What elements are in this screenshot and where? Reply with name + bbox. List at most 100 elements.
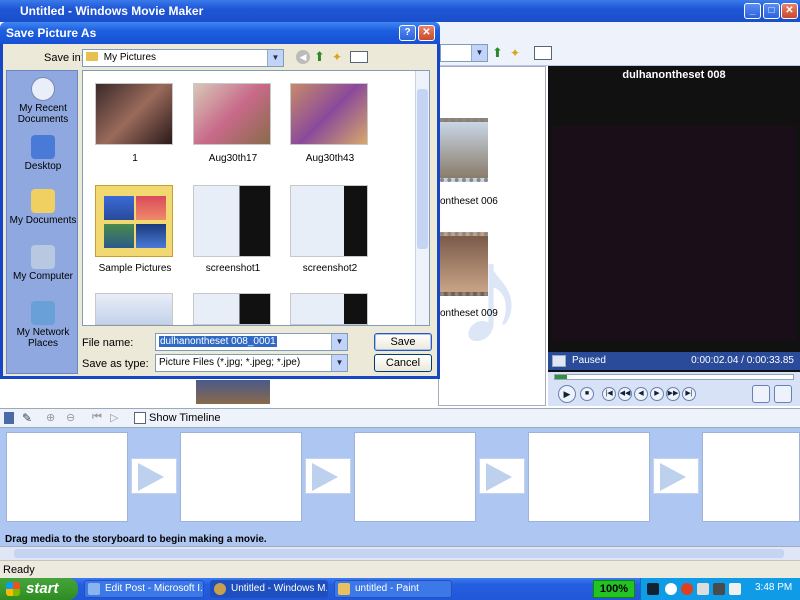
scrollbar-thumb[interactable] <box>417 89 428 249</box>
tray-icon[interactable] <box>697 583 709 595</box>
tray-icon[interactable] <box>729 583 741 595</box>
up-folder-icon[interactable]: ⬆ <box>492 46 506 60</box>
file-thumbnail[interactable] <box>290 293 368 325</box>
monitor-status-bar: Paused 0:00:02.04 / 0:00:33.85 <box>548 352 800 370</box>
folder-preview <box>104 196 134 220</box>
file-name-input[interactable]: dulhanontheset 008_0001 ▼ <box>155 333 348 351</box>
scrollbar-thumb[interactable] <box>14 549 784 558</box>
save-in-dropdown[interactable]: My Pictures ▼ <box>82 49 284 67</box>
start-label: start <box>26 580 59 597</box>
taskbar-item-paint[interactable]: untitled - Paint <box>334 580 452 598</box>
rewind-icon[interactable]: ◀◀ <box>618 387 632 401</box>
maximize-button[interactable]: □ <box>763 3 780 19</box>
play-storyboard-icon[interactable]: ▷ <box>110 411 118 424</box>
places-bar: My Recent Documents Desktop My Documents… <box>6 70 78 374</box>
file-thumbnail[interactable] <box>290 185 368 257</box>
stop-icon[interactable]: ■ <box>580 387 594 401</box>
place-desktop[interactable]: Desktop <box>7 135 79 172</box>
file-thumbnail[interactable] <box>193 185 271 257</box>
tray-icon[interactable] <box>647 583 659 595</box>
place-my-computer[interactable]: My Computer <box>7 245 79 282</box>
start-button[interactable]: start <box>0 578 78 600</box>
clip-thumbnail[interactable] <box>440 118 488 182</box>
views-icon[interactable] <box>534 46 552 60</box>
narrate-icon[interactable]: ✎ <box>22 411 32 425</box>
cancel-button[interactable]: Cancel <box>374 354 432 372</box>
split-clip-icon[interactable] <box>752 385 770 403</box>
windows-logo-icon <box>6 582 20 596</box>
step-forward-icon[interactable]: ▶ <box>650 387 664 401</box>
timeline-icon[interactable] <box>134 412 146 424</box>
step-back-icon[interactable]: ◀ <box>634 387 648 401</box>
place-label: My Documents <box>9 215 77 226</box>
file-thumbnail[interactable] <box>290 83 368 145</box>
storyboard-scrollbar[interactable] <box>0 546 800 560</box>
take-picture-icon[interactable] <box>774 385 792 403</box>
fast-forward-icon[interactable]: ▶▶ <box>666 387 680 401</box>
file-thumbnail[interactable] <box>193 83 271 145</box>
file-thumbnail[interactable] <box>95 83 173 145</box>
storyboard-hint: Drag media to the storyboard to begin ma… <box>0 534 800 546</box>
tray-icon[interactable] <box>681 583 693 595</box>
taskbar-item-movie-maker[interactable]: Untitled - Windows M... <box>210 580 328 598</box>
minimize-button[interactable]: _ <box>744 3 761 19</box>
new-folder-icon[interactable]: ✦ <box>332 50 342 64</box>
storyboard-cell[interactable] <box>354 432 476 522</box>
new-folder-icon[interactable]: ✦ <box>510 46 524 60</box>
clip-thumbnail[interactable] <box>440 232 488 296</box>
my-documents-icon <box>31 189 55 213</box>
save-as-type-dropdown[interactable]: Picture Files (*.jpg; *.jpeg; *.jpe) ▼ <box>155 354 348 372</box>
storyboard-icon[interactable] <box>4 412 14 424</box>
file-list-scrollbar[interactable] <box>415 71 429 325</box>
transition-arrow-icon <box>660 463 686 491</box>
storyboard-cell[interactable] <box>180 432 302 522</box>
rewind-storyboard-icon[interactable]: ⏮ <box>92 411 102 424</box>
close-window-button[interactable]: ✕ <box>781 3 798 19</box>
tray-icon[interactable] <box>665 583 677 595</box>
transition-cell[interactable] <box>653 458 699 494</box>
storyboard-cell[interactable] <box>702 432 800 522</box>
window-title: Untitled - Windows Movie Maker <box>20 4 204 18</box>
transition-arrow-icon <box>138 463 164 491</box>
transition-arrow-icon <box>312 463 338 491</box>
place-my-network-places[interactable]: My Network Places <box>7 301 79 349</box>
zoom-in-icon[interactable]: ⊕ <box>46 411 55 424</box>
save-in-label: Save in: <box>44 52 84 64</box>
storyboard <box>0 428 800 536</box>
storyboard-cell[interactable] <box>6 432 128 522</box>
play-icon[interactable]: ▶ <box>558 385 576 403</box>
folder-preview <box>136 224 166 248</box>
place-my-recent-documents[interactable]: My Recent Documents <box>7 77 79 125</box>
monitor-screen <box>552 126 796 340</box>
zoom-out-icon[interactable]: ⊖ <box>66 411 75 424</box>
transition-cell[interactable] <box>479 458 525 494</box>
file-thumbnail[interactable] <box>193 293 271 325</box>
show-timeline-button[interactable]: Show Timeline <box>149 412 221 424</box>
file-name-label: File name: <box>82 337 134 349</box>
collections-dropdown[interactable]: ▼ <box>440 44 488 62</box>
next-icon[interactable]: ▶| <box>682 387 696 401</box>
tray-icon[interactable] <box>713 583 725 595</box>
views-menu-icon[interactable] <box>350 51 368 63</box>
place-my-documents[interactable]: My Documents <box>7 189 79 226</box>
transition-cell[interactable] <box>305 458 351 494</box>
seek-thumb[interactable] <box>555 375 567 379</box>
back-icon[interactable]: ◀ <box>296 50 310 64</box>
file-thumbnail[interactable] <box>95 293 173 325</box>
previous-icon[interactable]: |◀ <box>602 387 616 401</box>
transition-cell[interactable] <box>131 458 177 494</box>
chevron-down-icon: ▼ <box>331 355 347 371</box>
file-name-value: dulhanontheset 008_0001 <box>159 336 277 347</box>
seek-bar[interactable] <box>554 374 794 380</box>
dialog-close-button[interactable]: ✕ <box>418 25 435 41</box>
up-folder-icon[interactable]: ⬆ <box>314 49 325 65</box>
save-button[interactable]: Save <box>374 333 432 351</box>
folder-preview <box>104 224 134 248</box>
folder-icon[interactable] <box>95 185 173 257</box>
storyboard-cell[interactable] <box>528 432 650 522</box>
status-text: Ready <box>3 564 35 576</box>
taskbar-item-edit-post[interactable]: Edit Post - Microsoft I... <box>84 580 204 598</box>
help-button[interactable]: ? <box>399 25 416 41</box>
playback-time: 0:00:02.04 / 0:00:33.85 <box>691 355 794 366</box>
clip-thumbnail[interactable] <box>196 380 270 404</box>
